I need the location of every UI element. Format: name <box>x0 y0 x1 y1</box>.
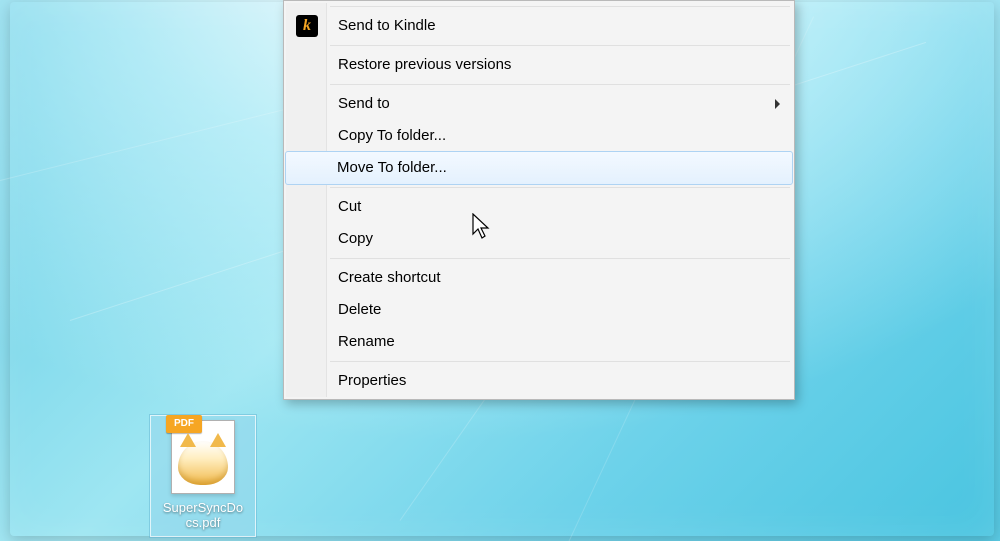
menu-separator <box>330 84 790 85</box>
menu-item-label: Send to <box>338 95 390 112</box>
menu-separator <box>330 361 790 362</box>
menu-item-properties[interactable]: Properties <box>286 365 792 397</box>
pdf-badge-icon: PDF <box>166 415 202 433</box>
menu-item-create-shortcut[interactable]: Create shortcut <box>286 262 792 294</box>
menu-separator <box>330 258 790 259</box>
file-thumbnail: PDF <box>171 420 235 494</box>
menu-item-label: Copy To folder... <box>338 127 446 144</box>
menu-item-label: Properties <box>338 372 406 389</box>
menu-item-copy[interactable]: Copy <box>286 223 792 255</box>
menu-item-label: Move To folder... <box>337 159 447 176</box>
file-label: SuperSyncDo cs.pdf <box>153 500 253 530</box>
menu-item-move-to-folder[interactable]: Move To folder... <box>285 151 793 185</box>
context-menu: k Send to Kindle Restore previous versio… <box>283 0 795 400</box>
menu-separator <box>330 45 790 46</box>
desktop-file[interactable]: PDF SuperSyncDo cs.pdf <box>150 415 256 537</box>
menu-item-label: Create shortcut <box>338 269 441 286</box>
menu-item-label: Restore previous versions <box>338 56 511 73</box>
menu-item-copy-to-folder[interactable]: Copy To folder... <box>286 120 792 152</box>
menu-item-label: Send to Kindle <box>338 17 436 34</box>
menu-item-rename[interactable]: Rename <box>286 326 792 358</box>
menu-item-send-to-kindle[interactable]: k Send to Kindle <box>286 10 792 42</box>
menu-item-label: Delete <box>338 301 381 318</box>
kindle-icon: k <box>296 15 318 37</box>
menu-item-send-to[interactable]: Send to <box>286 88 792 120</box>
menu-item-restore-previous-versions[interactable]: Restore previous versions <box>286 49 792 81</box>
desktop-background: PDF SuperSyncDo cs.pdf k Send to Kindle … <box>0 0 1000 541</box>
menu-item-label: Cut <box>338 198 361 215</box>
menu-item-label: Copy <box>338 230 373 247</box>
menu-item-cut[interactable]: Cut <box>286 191 792 223</box>
foxit-icon <box>178 441 228 485</box>
menu-item-delete[interactable]: Delete <box>286 294 792 326</box>
submenu-arrow-icon <box>775 99 780 109</box>
menu-separator <box>330 187 790 188</box>
menu-item-label: Rename <box>338 333 395 350</box>
menu-separator <box>330 6 790 7</box>
